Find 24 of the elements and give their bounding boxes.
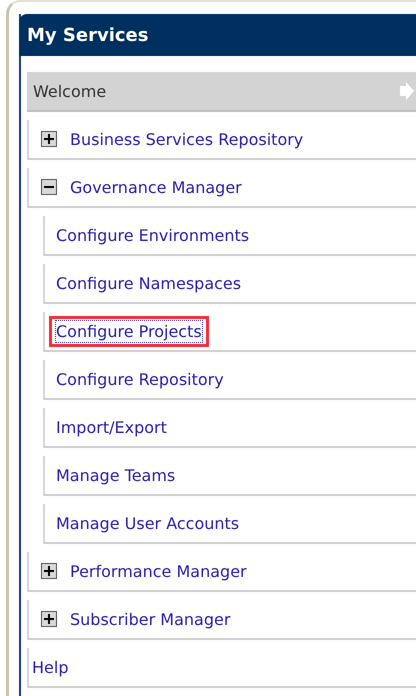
group-label: Subscriber Manager xyxy=(70,610,230,628)
welcome-item[interactable]: Welcome xyxy=(27,72,416,112)
menu-group[interactable]: Governance Manager xyxy=(27,168,416,208)
menu-link[interactable]: Import/Export xyxy=(55,416,168,438)
expand-icon[interactable] xyxy=(41,611,57,627)
arrow-icon xyxy=(400,82,414,100)
group-label: Business Services Repository xyxy=(70,130,304,148)
menu-link[interactable]: Configure Namespaces xyxy=(55,272,242,294)
expand-icon[interactable] xyxy=(41,563,57,579)
expand-icon[interactable] xyxy=(41,131,57,147)
panel-title: My Services xyxy=(27,24,148,46)
help-link[interactable]: Help xyxy=(31,656,70,678)
collapse-icon[interactable] xyxy=(41,179,57,195)
menu-link[interactable]: Configure Repository xyxy=(55,368,225,390)
menu-link[interactable]: Configure Projects xyxy=(55,320,203,342)
menu-group[interactable]: Performance Manager xyxy=(27,552,416,592)
menu-group[interactable]: Subscriber Manager xyxy=(27,600,416,640)
group-label: Governance Manager xyxy=(70,178,242,196)
group-label: Performance Manager xyxy=(70,562,247,580)
menu-link[interactable]: Configure Environments xyxy=(55,224,250,246)
welcome-label: Welcome xyxy=(33,82,106,100)
menu-link[interactable]: Manage Teams xyxy=(55,464,176,486)
menu-group[interactable]: Business Services Repository xyxy=(27,120,416,160)
menu-link[interactable]: Manage User Accounts xyxy=(55,512,240,534)
